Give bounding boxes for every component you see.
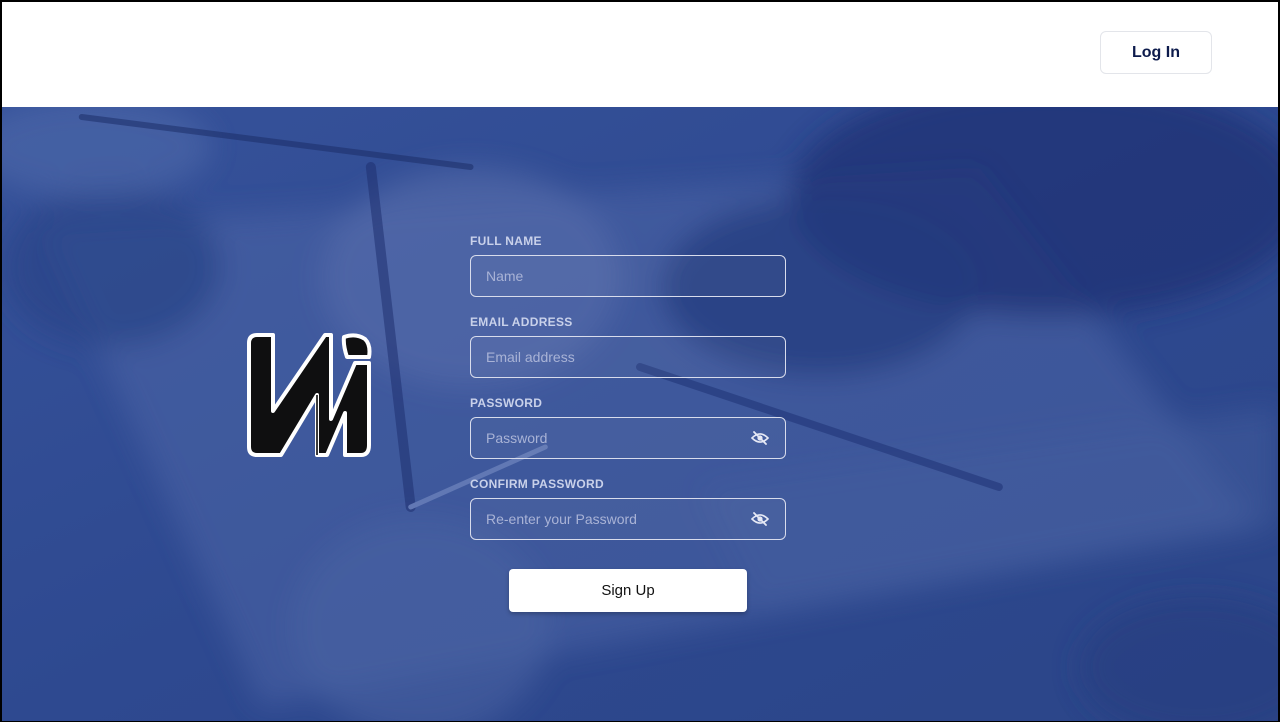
full-name-input[interactable]	[471, 256, 785, 296]
confirm-password-field[interactable]	[470, 498, 786, 540]
sign-up-button[interactable]: Sign Up	[509, 569, 747, 612]
password-field[interactable]	[470, 417, 786, 459]
email-field[interactable]	[470, 336, 786, 378]
hero-background-image	[2, 107, 1278, 721]
password-input[interactable]	[471, 418, 785, 458]
eye-slash-icon[interactable]	[751, 430, 769, 446]
password-label: PASSWORD	[470, 396, 543, 410]
full-name-field[interactable]	[470, 255, 786, 297]
confirm-password-label: CONFIRM PASSWORD	[470, 477, 604, 491]
full-name-label: FULL NAME	[470, 234, 542, 248]
confirm-password-input[interactable]	[471, 499, 785, 539]
hero-section: FULL NAME EMAIL ADDRESS PASSWORD CONFIRM…	[2, 107, 1278, 721]
eye-slash-icon[interactable]	[751, 511, 769, 527]
login-button[interactable]: Log In	[1100, 31, 1212, 74]
email-label: EMAIL ADDRESS	[470, 315, 573, 329]
top-navigation-bar: Log In	[2, 2, 1278, 107]
email-input[interactable]	[471, 337, 785, 377]
wm-logo	[247, 333, 372, 457]
page: Log In FULL NAME Name EMAIL ADDRESS Emai…	[0, 0, 1280, 722]
